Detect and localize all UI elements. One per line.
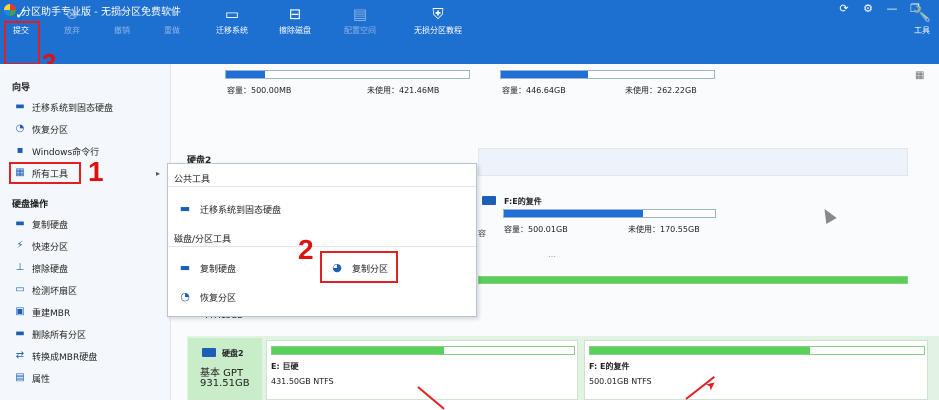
properties-icon: ▤ [15,372,25,383]
usage-fill [504,210,644,217]
partition-usage-bar-e [271,346,575,355]
partition-capacity: 容量：500.01GB [504,225,568,234]
mbr-icon: ▣ [15,306,25,317]
sidebar-item-delete-all[interactable]: ▬ 删除所有分区 [14,326,86,342]
allocate-space-icon: ▤ [352,5,368,23]
disk-size: 931.51GB [200,378,250,389]
scan-icon: ▭ [15,284,25,295]
annotation-number-2: 2 [298,234,314,265]
sidebar-item-convert-mbr[interactable]: ⇄ 转换成MBR硬盘 [14,348,97,364]
sidebar-section-disk-ops: 硬盘操作 [12,200,49,210]
annotation-box-all-tools [9,162,81,184]
migrate-icon: ▬ [179,202,191,215]
partition-name: E: 巨硬 [271,362,299,371]
toolbar [0,20,939,64]
disk-type: 基本 GPT [200,368,244,379]
sidebar-item-properties[interactable]: ▤ 属性 [14,370,50,386]
wipe-disk-button[interactable]: ⊟ 擦除磁盘 [274,2,316,42]
delete-icon: ▬ [15,328,25,339]
wipe-icon: ⊥ [15,262,25,273]
popup-item-copy-disk[interactable]: ▬ 复制硬盘 [178,260,236,276]
sidebar-item-bad-sector[interactable]: ▭ 检测坏扇区 [14,282,77,298]
copy-disk-icon: ▬ [179,261,191,274]
migrate-system-button[interactable]: ▭ 迁移系统 [211,2,253,42]
partition-usage-bar-1 [225,70,470,79]
usage-fill [479,277,907,283]
partition-name: F:E的复件 [504,197,542,206]
partition-drive-icon [482,196,496,205]
view-toggle-icon[interactable]: ▦ [915,70,924,81]
annotation-number-1: 1 [88,156,104,187]
sidebar-item-quick-partition[interactable]: ⚡ 快速分区 [14,238,68,254]
sidebar-item-rebuild-mbr[interactable]: ▣ 重建MBR [14,304,70,320]
migrate-icon: ▭ [224,5,240,23]
wrench-icon: 🔧 [912,5,932,23]
partition-capacity: 容量：500.00MB [227,86,292,95]
hidden-capacity-prefix: 容 [478,229,486,238]
popup-item-migrate[interactable]: ▬ 迁移系统到固态硬盘 [178,201,281,217]
disk2-card[interactable]: 硬盘2 基本 GPT 931.51GB [188,338,262,400]
sidebar-item-migrate[interactable]: ▬ 迁移系统到固态硬盘 [14,99,113,115]
shield-icon: ⛨ [432,5,444,23]
partition-info: 431.50GB NTFS [271,377,334,386]
sidebar-item-copy-disk[interactable]: ▬ 复制硬盘 [14,216,68,232]
annotation-box-copy-partition [320,251,398,283]
chevron-right-icon: ▸ [156,168,161,178]
popup-divider [168,246,476,247]
popup-section-disk-tools: 磁盘/分区工具 [174,235,232,245]
usage-fill [272,347,445,354]
recover-icon: ◔ [15,123,25,134]
convert-icon: ⇄ [15,350,25,361]
tools-button[interactable]: 🔧 工具 [908,2,936,42]
sidebar-item-wipe-disk[interactable]: ⊥ 擦除硬盘 [14,260,68,276]
sidebar-item-recover[interactable]: ◔ 恢复分区 [14,121,68,137]
undo-button[interactable]: ↶ 撤销 [106,2,138,42]
partition-usage-bar-2 [500,70,715,79]
title-bar: 分区助手专业版 - 无损分区免费软件 [0,0,939,20]
sidebar-section-wizard: 向导 [12,83,31,93]
cancel-icon: ⊗ [65,5,79,23]
disk2-overview-bar [478,276,908,284]
minimize-button[interactable]: — [884,2,900,15]
popup-item-recover[interactable]: ◔ 恢复分区 [178,289,236,305]
discard-button[interactable]: ⊗ 放弃 [56,2,88,42]
wipe-disk-icon: ⊟ [288,5,302,23]
sidebar-item-cmd[interactable]: ▪ Windows命令行 [14,143,100,159]
tutorial-button[interactable]: ⛨ 无损分区教程 [408,2,468,42]
partition-f[interactable]: F: E的复件 500.01GB NTFS [584,340,928,400]
partition-capacity: 容量：446.64GB [502,86,566,95]
partition-free: 未使用：262.22GB [625,86,697,95]
partition-name: F: E的复件 [589,362,630,371]
partition-usage-bar-f [503,209,716,218]
popup-section-public: 公共工具 [174,175,211,185]
copy-disk-icon: ▬ [15,218,25,229]
migrate-icon: ▬ [15,101,25,112]
popup-divider [168,186,476,187]
all-tools-popup: 公共工具 ▬ 迁移系统到固态硬盘 磁盘/分区工具 ▬ 复制硬盘 ◕ 复制分区 ◔… [167,163,477,317]
redo-icon: ↷ [165,5,179,23]
terminal-icon: ▪ [16,145,24,156]
settings-icon[interactable]: ⚙ [860,2,876,15]
annotation-box-commit [4,21,40,65]
disk2-strip [478,148,908,176]
allocate-space-button[interactable]: ▤ 配置空间 [339,2,381,42]
usage-fill [590,347,811,354]
redo-button[interactable]: ↷ 重做 [156,2,188,42]
recover-icon: ◔ [180,290,190,303]
partition-free: 未使用：421.46MB [367,86,440,95]
partition-info: 500.01GB NTFS [589,377,652,386]
partition-free: 未使用：170.55GB [628,225,700,234]
refresh-icon[interactable]: ⟳ [836,2,852,15]
ellipsis-separator: ⋯ [548,252,556,261]
lightning-icon: ⚡ [16,240,24,251]
partition-usage-bar-f-bottom [589,346,925,355]
undo-icon: ↶ [115,5,129,23]
disk-name: 硬盘2 [222,349,244,358]
usage-fill [501,71,589,78]
usage-fill [226,71,265,78]
hard-disk-icon [202,348,216,357]
